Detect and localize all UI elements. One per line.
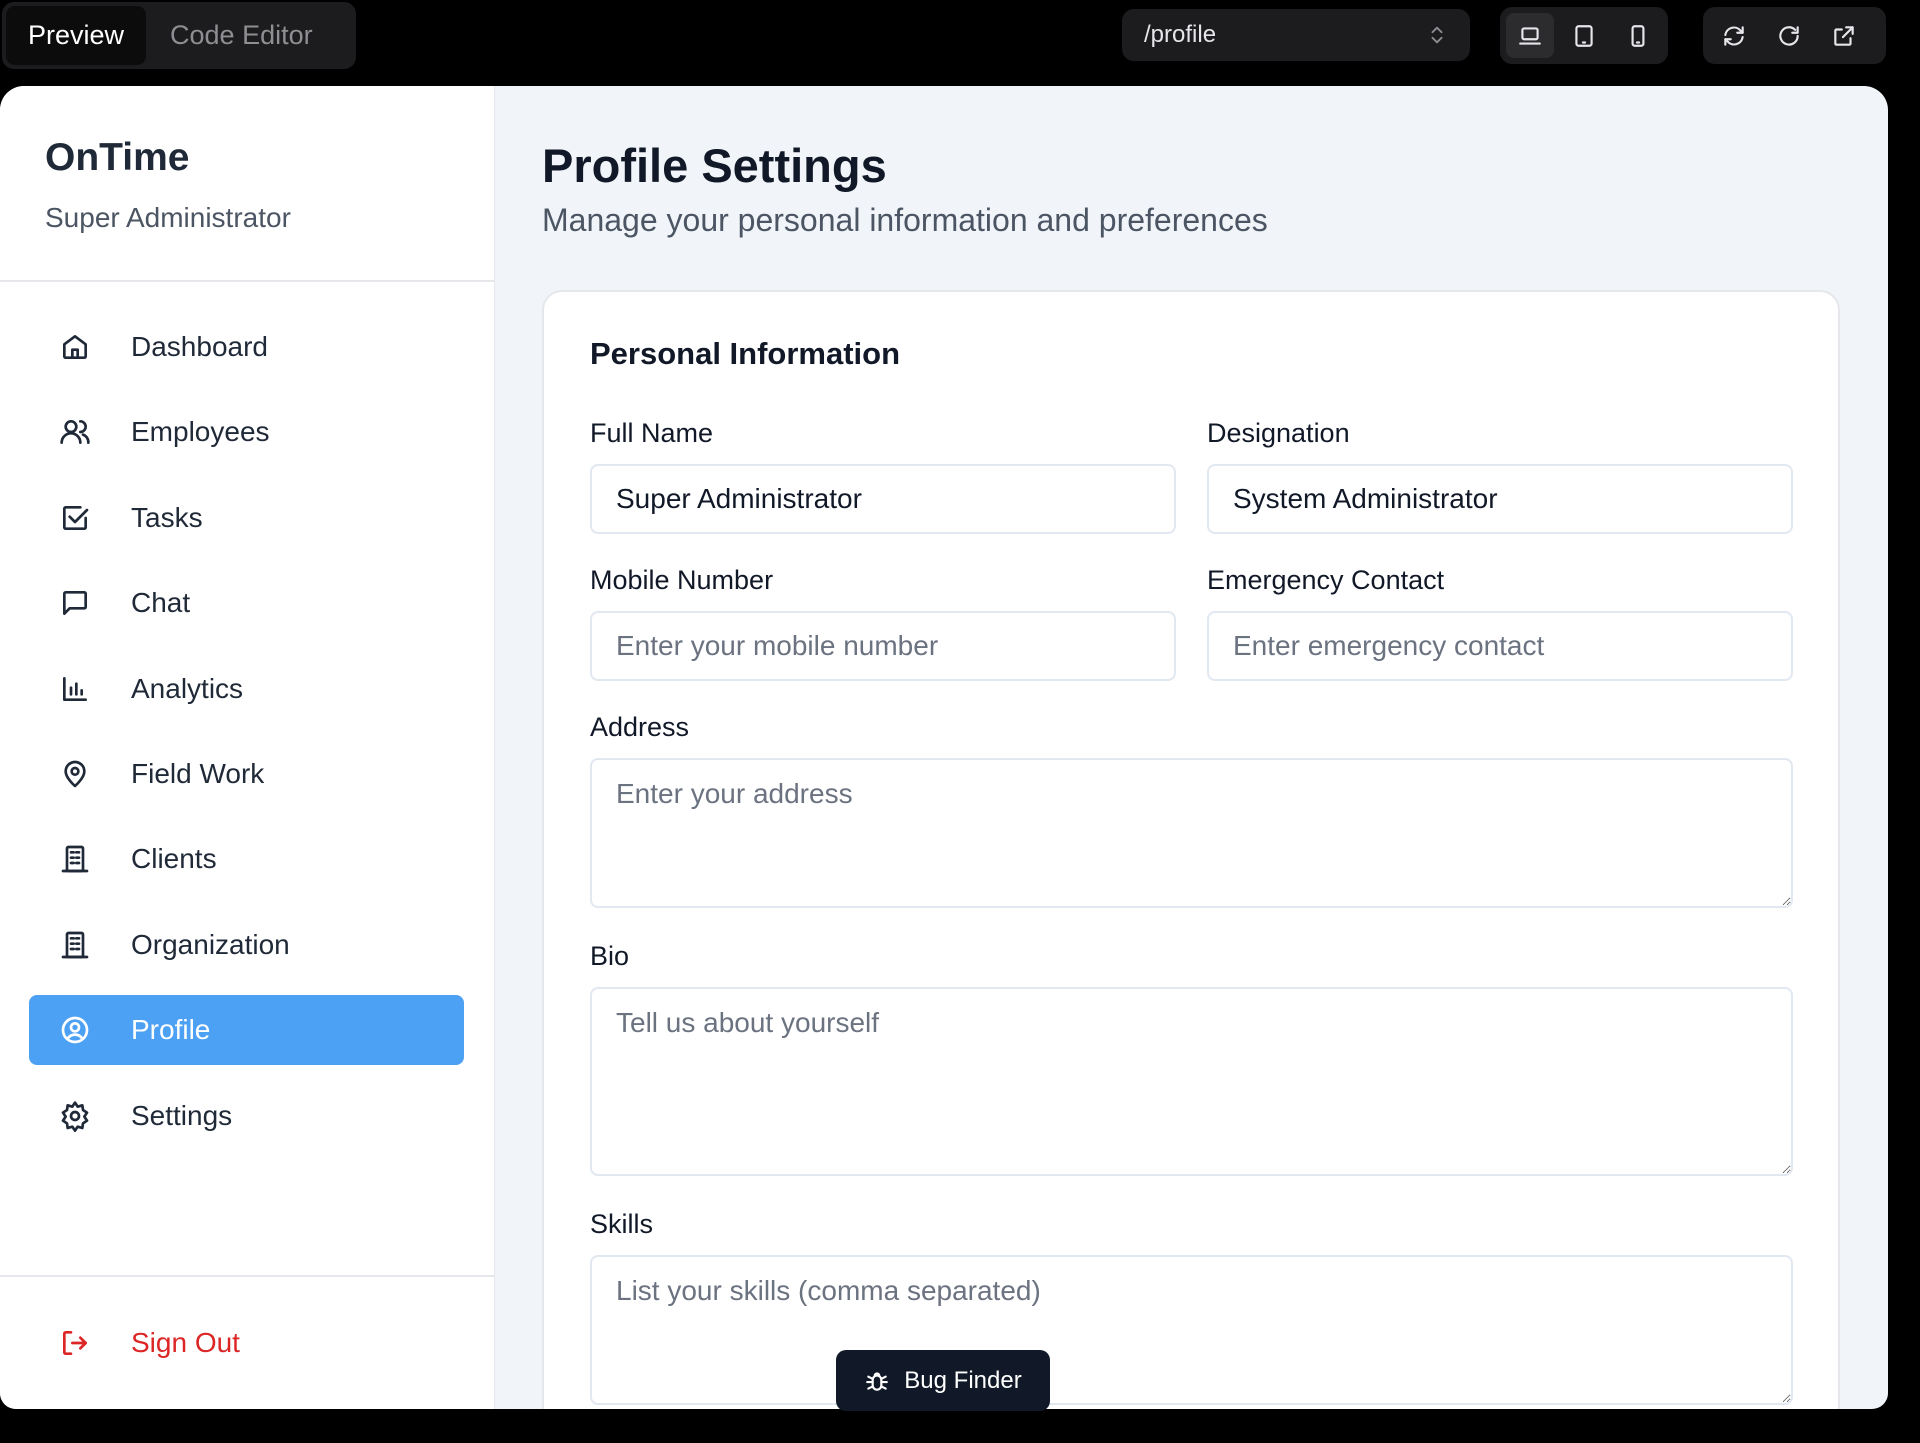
sidebar-item-chat[interactable]: Chat [29,568,464,638]
sidebar-item-label: Field Work [131,757,265,789]
sidebar-item-organization[interactable]: Organization [29,910,464,980]
sidebar-item-label: Analytics [131,672,244,704]
page-subtitle: Manage your personal information and pre… [542,202,1268,238]
message-icon [62,591,87,616]
chevron-up-down-icon [1431,26,1443,44]
brand-block: OnTime Super Administrator [0,86,494,282]
user-circle-icon [61,1016,89,1044]
sidebar-item-dashboard[interactable]: Dashboard [29,312,464,382]
open-external-button[interactable] [1819,13,1868,58]
emergency-contact-input[interactable] [1207,611,1793,681]
view-mode-switch: Preview Code Editor [2,2,356,69]
laptop-icon [1519,26,1541,45]
sidebar-item-profile[interactable]: Profile [29,995,464,1066]
bar-chart-icon [62,676,87,701]
logout-icon [62,1331,87,1355]
mobile-number-input[interactable] [590,611,1176,681]
sign-out-label: Sign Out [131,1327,240,1358]
sidebar-item-label: Employees [131,416,270,448]
mobile-number-label: Mobile Number [590,565,774,595]
route-value: /profile [1144,21,1217,48]
brand-title: OnTime [45,136,190,179]
tab-preview[interactable]: Preview [6,6,147,65]
sidebar-item-label: Profile [131,1014,211,1046]
sidebar-item-employees[interactable]: Employees [29,397,464,467]
building-icon [61,931,89,959]
bug-icon [866,1371,889,1391]
emergency-contact-label: Emergency Contact [1207,565,1445,595]
bio-textarea[interactable] [590,987,1793,1176]
external-link-icon [1833,25,1854,46]
sidebar-item-label: Organization [131,928,290,960]
full-name-label: Full Name [590,418,714,448]
route-select[interactable]: /profile [1122,9,1470,61]
personal-information-card: Personal Information Full Name Designati… [542,290,1840,1409]
bug-finder-label: Bug Finder [904,1366,1022,1394]
designation-input[interactable] [1207,464,1793,534]
designation-label: Designation [1207,418,1350,448]
tablet-icon [1575,24,1593,47]
main-content: Profile Settings Manage your personal in… [496,86,1888,1409]
address-label: Address [590,712,690,742]
user-role: Super Administrator [45,202,291,233]
card-title: Personal Information [590,336,901,371]
sidebar-item-label: Chat [131,587,191,619]
laptop-view-button[interactable] [1506,13,1554,58]
sidebar-item-label: Clients [131,843,217,875]
skills-label: Skills [590,1209,654,1239]
sidebar-item-tasks[interactable]: Tasks [29,483,464,553]
full-name-input[interactable] [590,464,1176,534]
sidebar-item-label: Tasks [131,501,203,533]
sidebar-item-clients[interactable]: Clients [29,824,464,894]
sidebar-item-label: Dashboard [131,331,268,362]
tablet-view-button[interactable] [1560,13,1608,58]
sign-out-button[interactable]: Sign Out [29,1308,464,1378]
skills-textarea[interactable] [590,1255,1793,1405]
sidebar-item-label: Settings [131,1099,233,1131]
refresh-button[interactable] [1764,13,1813,58]
preview-actions [1703,7,1886,64]
bug-finder-button[interactable]: Bug Finder [836,1350,1050,1411]
sidebar-item-analytics[interactable]: Analytics [29,654,464,724]
check-square-icon [62,505,89,530]
sidebar-item-settings[interactable]: Settings [29,1081,464,1151]
tab-code-editor[interactable]: Code Editor [148,6,335,65]
users-icon [60,420,90,445]
sidebar: OnTime Super Administrator Dashboard Emp… [0,86,495,1409]
sidebar-item-field-work[interactable]: Field Work [29,739,464,809]
sidebar-divider [0,1275,495,1277]
top-toolbar: Preview Code Editor /profile [0,0,1920,86]
sync-icon [1723,25,1744,46]
sync-button[interactable] [1709,13,1758,58]
refresh-icon [1778,25,1799,46]
phone-icon [1631,24,1645,47]
gear-icon [61,1100,89,1132]
app-frame: OnTime Super Administrator Dashboard Emp… [0,86,1888,1409]
page-title: Profile Settings [542,139,887,192]
device-switcher [1500,7,1668,64]
map-pin-icon [64,760,86,788]
bio-label: Bio [590,941,630,971]
building-icon [61,846,89,873]
home-icon [62,335,87,359]
address-textarea[interactable] [590,758,1793,908]
sidebar-nav: Dashboard Employees Tasks Chat Analytics… [29,312,464,1166]
phone-view-button[interactable] [1614,13,1662,58]
